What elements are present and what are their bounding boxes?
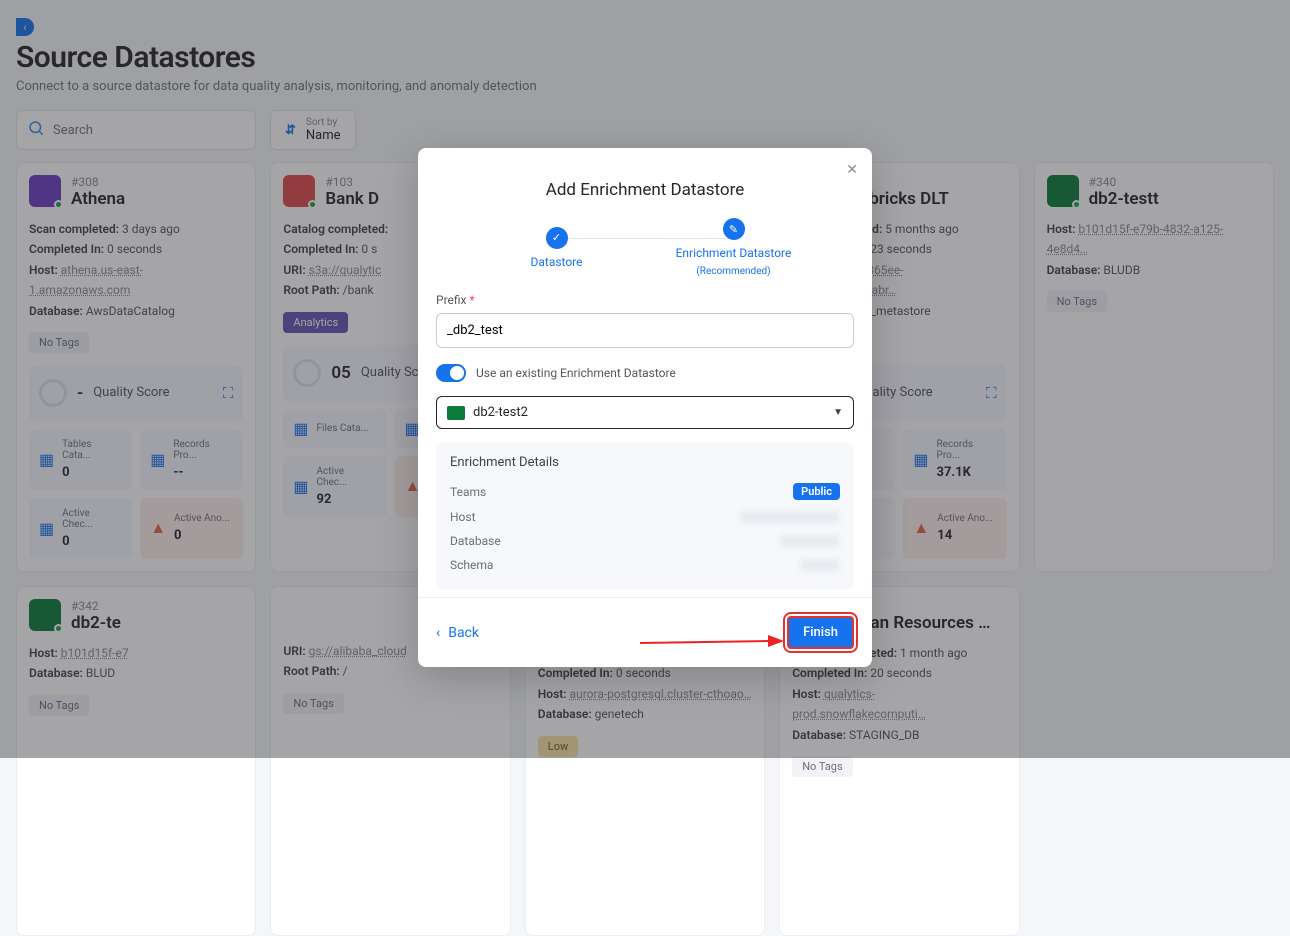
back-button[interactable]: ‹ Back [436,625,479,641]
public-badge: Public [793,483,840,500]
details-title: Enrichment Details [450,455,840,470]
select-value: db2-test2 [473,405,528,420]
db2-icon [447,406,465,420]
detail-database-label: Database [450,534,501,548]
step-datastore-icon: ✓ [546,227,568,249]
step-datastore-label: Datastore [530,255,582,269]
chevron-down-icon: ▼ [833,407,843,418]
finish-button[interactable]: Finish [787,616,854,649]
chevron-left-icon: ‹ [436,625,440,641]
detail-host-label: Host [450,510,476,524]
modal-title: Add Enrichment Datastore [418,148,872,218]
prefix-label: Prefix [436,293,467,307]
step-enrichment-icon: ✎ [723,218,745,240]
detail-database-value [780,535,840,547]
enrichment-datastore-select[interactable]: db2-test2 ▼ [436,396,854,429]
detail-teams-label: Teams [450,485,486,499]
use-existing-toggle[interactable] [436,364,466,382]
prefix-input[interactable] [436,313,854,348]
step-enrichment-label: Enrichment Datastore [676,246,792,260]
detail-schema-value [800,559,840,571]
use-existing-label: Use an existing Enrichment Datastore [476,366,676,380]
step-enrichment-sub: (Recommended) [696,266,770,277]
detail-schema-label: Schema [450,558,493,572]
add-enrichment-modal: ✕ Add Enrichment Datastore ✓ Datastore ✎… [418,148,872,667]
enrichment-details-panel: Enrichment Details Teams Public Host Data… [436,443,854,589]
close-icon[interactable]: ✕ [846,162,858,178]
detail-host-value [740,511,840,523]
